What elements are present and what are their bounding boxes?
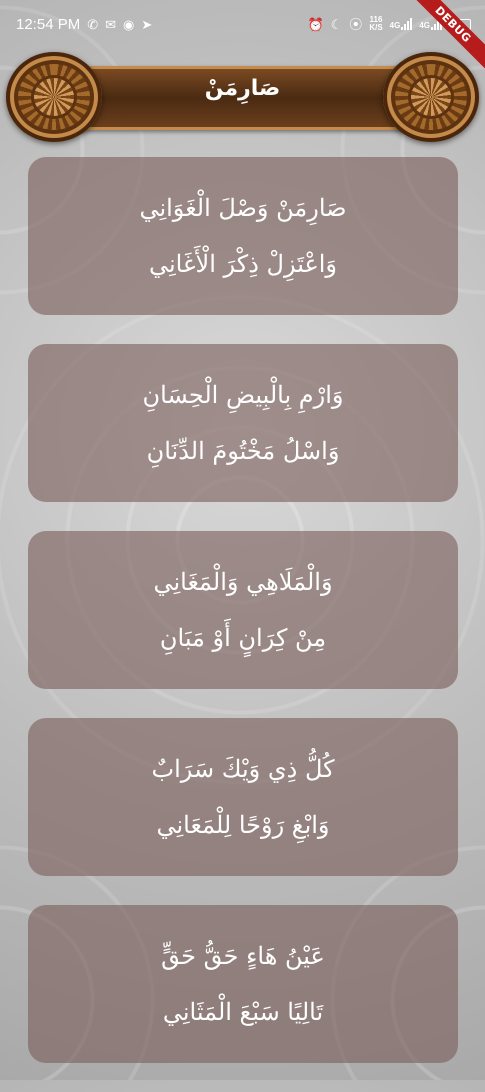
signal-1-label: 4G xyxy=(389,21,401,30)
verse-card[interactable]: صَارِمَنْ وَصْلَ الْغَوَانِي وَاعْتَزِلْ… xyxy=(28,157,458,315)
net-speed: 116 K/S xyxy=(369,16,382,32)
battery-icon xyxy=(449,18,471,30)
status-left: 12:54 PM ✆ ✉ ◉ ➤ xyxy=(16,16,152,33)
alarm-icon: ⏰ xyxy=(307,16,324,32)
verse-line-2: وَاعْتَزِلْ ذِكْرَ الْأَغَانِي xyxy=(149,250,338,278)
whatsapp-icon: ✆ xyxy=(87,16,99,32)
status-right: ⏰ ☾ ⦿ 116 K/S 4G 4G xyxy=(307,16,471,32)
signal-2-label: 4G xyxy=(419,21,430,30)
app-bar: صَارِمَنْ xyxy=(0,50,485,146)
telegram-icon: ➤ xyxy=(141,16,153,32)
verse-line-2: وَاسْلُ مَخْتُومَ الدِّنَانِ xyxy=(146,437,340,465)
verse-line-2: وَابْغِ رَوْحًا لِلْمَعَانِي xyxy=(156,811,330,839)
hotspot-icon: ⦿ xyxy=(349,16,363,32)
signal-bars-icon xyxy=(431,18,442,30)
net-speed-unit: K/S xyxy=(369,23,383,32)
verse-card[interactable]: وَارْمِ بِالْبِيضِ الْحِسَانِ وَاسْلُ مَ… xyxy=(28,344,458,502)
moon-icon: ☾ xyxy=(330,16,343,32)
verse-line-1: وَارْمِ بِالْبِيضِ الْحِسَانِ xyxy=(142,381,344,409)
verse-line-2: مِنْ كِرَانٍ أَوْ مَبَانِ xyxy=(159,624,327,652)
status-time: 12:54 PM xyxy=(16,15,81,33)
signal-bars-icon xyxy=(401,18,413,30)
verse-line-1: صَارِمَنْ وَصْلَ الْغَوَانِي xyxy=(139,194,347,222)
signal-2: 4G xyxy=(419,18,442,30)
status-bar: 12:54 PM ✆ ✉ ◉ ➤ ⏰ ☾ ⦿ 116 K/S 4G 4G xyxy=(0,0,485,48)
page-title: صَارِمَنْ xyxy=(204,76,281,101)
verse-card[interactable]: وَالْمَلَاهِي وَالْمَغَانِي مِنْ كِرَانٍ… xyxy=(28,531,458,689)
gmail-icon: ✉ xyxy=(105,16,117,32)
signal-1: 4G xyxy=(390,18,413,30)
verse-line-1: وَالْمَلَاهِي وَالْمَغَانِي xyxy=(153,568,333,596)
verse-card[interactable]: عَيْنُ هَاءٍ حَقُّ حَقٍّ تَالِيًا سَبْعَ… xyxy=(28,905,458,1063)
verse-card[interactable]: كُلُّ ذِي وَيْكَ سَرَابٌ وَابْغِ رَوْحًا… xyxy=(28,718,458,876)
verse-list[interactable]: صَارِمَنْ وَصْلَ الْغَوَانِي وَاعْتَزِلْ… xyxy=(28,157,458,1092)
verse-line-1: كُلُّ ذِي وَيْكَ سَرَابٌ xyxy=(151,755,335,783)
verse-line-1: عَيْنُ هَاءٍ حَقُّ حَقٍّ xyxy=(161,942,325,970)
app-icon: ◉ xyxy=(123,16,135,32)
verse-line-2: تَالِيًا سَبْعَ الْمَثَانِي xyxy=(162,998,324,1026)
